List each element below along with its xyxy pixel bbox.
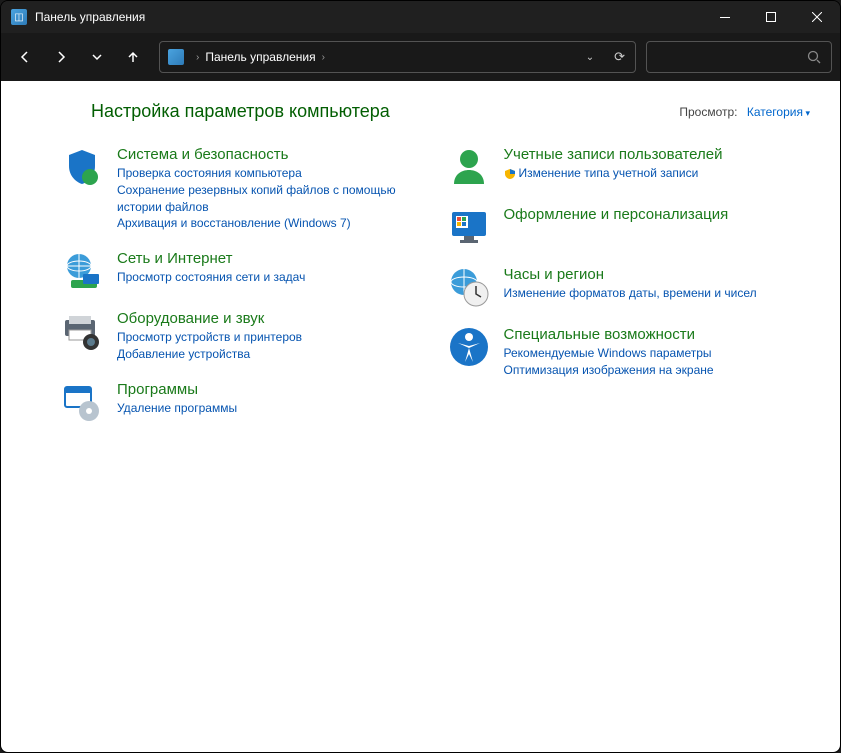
monitor-icon <box>448 206 490 248</box>
arrow-left-icon <box>18 50 32 64</box>
category-title[interactable]: Оборудование и звук <box>117 310 302 327</box>
content-area: Настройка параметров компьютера Просмотр… <box>1 81 840 752</box>
address-bar[interactable]: › Панель управления › ⌄ ⟳ <box>159 41 636 73</box>
clock-globe-icon <box>448 266 490 308</box>
category-title[interactable]: Специальные возможности <box>504 326 714 343</box>
category-link[interactable]: Добавление устройства <box>117 346 302 363</box>
breadcrumb-chevron[interactable]: › <box>316 52 331 63</box>
arrow-up-icon <box>126 50 140 64</box>
up-button[interactable] <box>117 41 149 73</box>
right-column: Учетные записи пользователей Изменение т… <box>448 146 811 441</box>
category-system-security: Система и безопасность Проверка состояни… <box>61 146 424 232</box>
back-button[interactable] <box>9 41 41 73</box>
uac-shield-icon <box>504 168 516 180</box>
refresh-button[interactable]: ⟳ <box>604 49 635 65</box>
category-link[interactable]: Изменение типа учетной записи <box>504 165 723 182</box>
maximize-icon <box>766 12 776 22</box>
programs-icon <box>61 381 103 423</box>
category-title[interactable]: Часы и регион <box>504 266 757 283</box>
category-columns: Система и безопасность Проверка состояни… <box>61 146 810 441</box>
category-title[interactable]: Сеть и Интернет <box>117 250 305 267</box>
navigation-toolbar: › Панель управления › ⌄ ⟳ <box>1 33 840 81</box>
window-title: Панель управления <box>35 10 702 24</box>
forward-button[interactable] <box>45 41 77 73</box>
minimize-icon <box>720 17 730 18</box>
category-link[interactable]: Просмотр устройств и принтеров <box>117 329 302 346</box>
minimize-button[interactable] <box>702 1 748 33</box>
view-by: Просмотр: Категория <box>679 105 810 119</box>
control-panel-window: Панель управления › Панель управления › … <box>0 0 841 753</box>
category-hardware: Оборудование и звук Просмотр устройств и… <box>61 310 424 363</box>
view-by-label: Просмотр: <box>679 105 737 119</box>
page-title: Настройка параметров компьютера <box>91 101 390 122</box>
category-link[interactable]: Оптимизация изображения на экране <box>504 362 714 379</box>
breadcrumb-segment[interactable]: Панель управления <box>205 50 315 64</box>
category-personalization: Оформление и персонализация <box>448 206 811 248</box>
category-user-accounts: Учетные записи пользователей Изменение т… <box>448 146 811 188</box>
category-programs: Программы Удаление программы <box>61 381 424 423</box>
location-icon <box>168 49 184 65</box>
category-link[interactable]: Просмотр состояния сети и задач <box>117 269 305 286</box>
search-icon <box>807 50 821 64</box>
arrow-right-icon <box>54 50 68 64</box>
category-title[interactable]: Оформление и персонализация <box>504 206 729 223</box>
breadcrumb-chevron[interactable]: › <box>190 52 205 63</box>
category-title[interactable]: Учетные записи пользователей <box>504 146 723 163</box>
category-link[interactable]: Изменение форматов даты, времени и чисел <box>504 285 757 302</box>
printer-camera-icon <box>61 310 103 352</box>
recent-button[interactable] <box>81 41 113 73</box>
chevron-down-icon <box>91 53 103 61</box>
category-title[interactable]: Система и безопасность <box>117 146 424 163</box>
category-network: Сеть и Интернет Просмотр состояния сети … <box>61 250 424 292</box>
category-accessibility: Специальные возможности Рекомендуемые Wi… <box>448 326 811 379</box>
close-button[interactable] <box>794 1 840 33</box>
app-icon <box>11 9 27 25</box>
globe-network-icon <box>61 250 103 292</box>
category-link[interactable]: Удаление программы <box>117 400 237 417</box>
close-icon <box>812 12 822 22</box>
category-link[interactable]: Проверка состояния компьютера <box>117 165 424 182</box>
search-box[interactable] <box>646 41 832 73</box>
content-header: Настройка параметров компьютера Просмотр… <box>61 101 810 122</box>
maximize-button[interactable] <box>748 1 794 33</box>
category-clock-region: Часы и регион Изменение форматов даты, в… <box>448 266 811 308</box>
titlebar[interactable]: Панель управления <box>1 1 840 33</box>
accessibility-icon <box>448 326 490 368</box>
view-by-dropdown[interactable]: Категория <box>747 105 810 119</box>
category-link[interactable]: Рекомендуемые Windows параметры <box>504 345 714 362</box>
category-link[interactable]: Сохранение резервных копий файлов с помо… <box>117 182 424 216</box>
left-column: Система и безопасность Проверка состояни… <box>61 146 424 441</box>
category-title[interactable]: Программы <box>117 381 237 398</box>
window-controls <box>702 1 840 33</box>
category-link[interactable]: Архивация и восстановление (Windows 7) <box>117 215 424 232</box>
shield-icon <box>61 146 103 188</box>
user-icon <box>448 146 490 188</box>
address-dropdown[interactable]: ⌄ <box>576 52 604 63</box>
